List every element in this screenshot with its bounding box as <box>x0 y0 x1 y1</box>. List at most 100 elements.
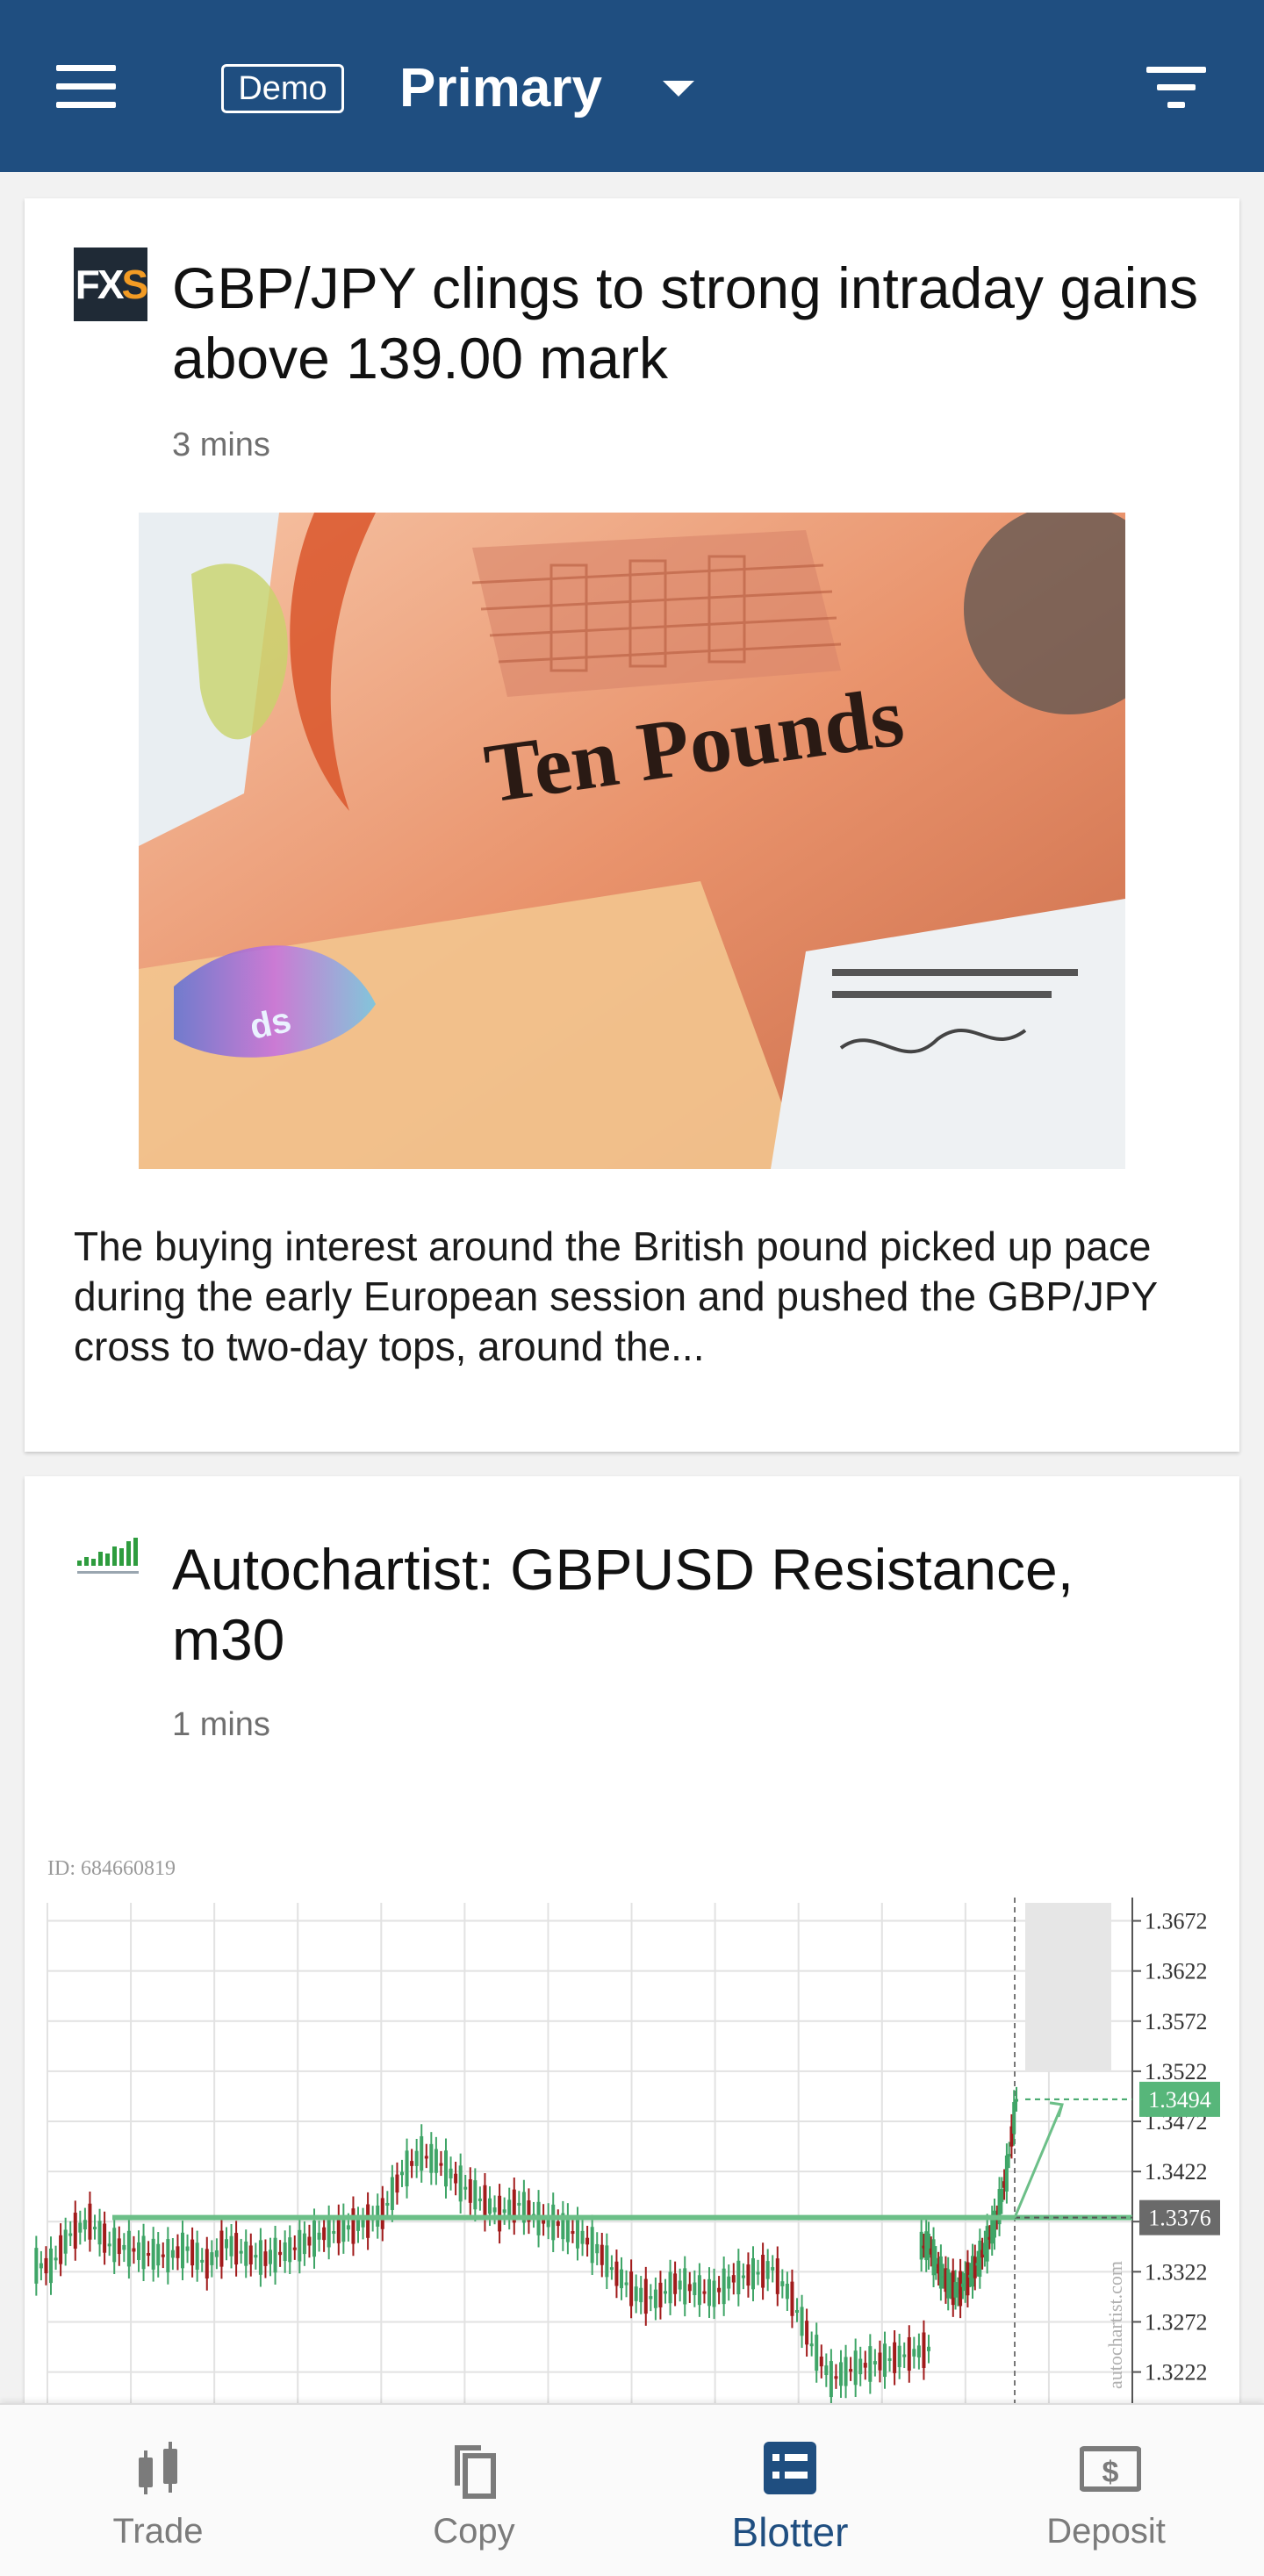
tab-copy[interactable]: Copy <box>316 2405 632 2576</box>
candle-body <box>141 2235 146 2270</box>
tab-trade[interactable]: Trade <box>0 2405 316 2576</box>
candle-body <box>351 2208 356 2244</box>
candle-body <box>643 2278 648 2314</box>
candle-body <box>795 2310 799 2314</box>
candle-body <box>863 2363 867 2368</box>
deposit-icon: $ <box>1079 2440 1142 2501</box>
candle-body <box>819 2357 823 2367</box>
candle-body <box>809 2343 814 2347</box>
target-arrow <box>1013 2101 1064 2219</box>
price-chart[interactable]: ID: 684660819 1.3672 1.3622 1.3572 1.3522 1.… <box>25 1845 1239 2415</box>
y-tick-label: 1.3272 <box>1145 2309 1208 2335</box>
candle-body <box>219 2230 224 2267</box>
target-price-label: 1.3494 <box>1139 2081 1220 2117</box>
candle-body <box>824 2365 829 2376</box>
blotter-icon <box>764 2440 816 2501</box>
candle-body <box>897 2345 901 2368</box>
candle-body <box>629 2271 634 2307</box>
candle-body <box>288 2237 292 2263</box>
candle-body <box>292 2247 297 2250</box>
candle-body <box>195 2242 199 2271</box>
candle-body <box>112 2228 117 2263</box>
candle-body <box>239 2250 243 2254</box>
candle-body <box>873 2361 877 2364</box>
candle-body <box>273 2237 277 2273</box>
candle-body <box>765 2261 770 2279</box>
candle-body <box>78 2222 83 2233</box>
candle-body <box>176 2246 180 2258</box>
y-tick-label: 1.3622 <box>1145 1959 1208 1984</box>
news-headline[interactable]: GBP/JPY clings to strong intraday gains … <box>172 253 1199 393</box>
candle-body <box>336 2216 341 2243</box>
candle-body <box>229 2235 233 2257</box>
account-selector-label[interactable]: Primary <box>399 56 602 121</box>
candle-body <box>785 2283 789 2300</box>
candle-body <box>205 2249 209 2279</box>
candle-body <box>468 2178 472 2203</box>
candle-body <box>712 2280 716 2307</box>
news-card[interactable]: FXS GBP/JPY clings to strong intraday ga… <box>25 198 1239 1452</box>
chart-grid <box>47 1903 1133 2415</box>
candle-body <box>595 2243 600 2254</box>
candle-body <box>973 2257 977 2278</box>
candle-body <box>600 2244 604 2265</box>
candle-body <box>966 2262 970 2296</box>
candle-body <box>756 2271 760 2275</box>
candle-body <box>893 2342 897 2373</box>
tab-deposit[interactable]: $ Deposit <box>948 2405 1264 2576</box>
candle-body <box>780 2281 785 2286</box>
article-image[interactable]: Ten Pounds ds <box>139 513 1125 1169</box>
candle-body <box>166 2239 170 2273</box>
candle-body <box>63 2229 68 2254</box>
candle-body <box>683 2268 687 2305</box>
candle-body <box>214 2250 219 2257</box>
tab-label: Deposit <box>1046 2512 1166 2551</box>
candle-body <box>687 2284 692 2292</box>
tab-blotter[interactable]: Blotter <box>632 2405 948 2576</box>
candle-body <box>210 2252 214 2265</box>
candle-body <box>449 2168 453 2178</box>
candle-body <box>420 2135 424 2171</box>
candle-body <box>815 2335 819 2371</box>
candle-body <box>107 2243 111 2247</box>
candle-body <box>147 2253 151 2257</box>
forecast-zone <box>1025 1903 1111 2071</box>
candle-body <box>741 2275 745 2278</box>
candle-body <box>959 2271 963 2307</box>
candle-body <box>938 2256 943 2289</box>
candle-body <box>488 2198 492 2214</box>
news-headline[interactable]: Autochartist: GBPUSD Resistance, m30 <box>172 1534 1199 1675</box>
news-summary: The buying interest around the British p… <box>74 1223 1158 1369</box>
candle-body <box>434 2149 438 2173</box>
candle-body <box>902 2354 907 2357</box>
filter-icon[interactable] <box>1146 67 1206 109</box>
news-timestamp: 1 mins <box>172 1706 270 1743</box>
candle-body <box>234 2233 239 2265</box>
candle-body <box>283 2242 287 2262</box>
app-header: Demo Primary <box>0 0 1264 172</box>
hamburger-menu-icon[interactable] <box>56 65 116 109</box>
candle-body <box>707 2278 711 2307</box>
candle-body <box>912 2349 916 2357</box>
candle-body <box>498 2195 502 2232</box>
demo-badge: Demo <box>221 64 344 113</box>
candle-body <box>639 2287 643 2303</box>
svg-text:1.3376: 1.3376 <box>1148 2206 1211 2231</box>
candle-body <box>39 2263 43 2269</box>
candle-body <box>414 2150 419 2166</box>
candle-body <box>556 2221 560 2227</box>
candlestick-icon <box>132 2440 184 2501</box>
candle-body <box>507 2199 512 2218</box>
candle-body <box>751 2257 755 2290</box>
candle-body <box>103 2223 107 2253</box>
candle-body <box>1012 2102 1016 2135</box>
candle-body <box>916 2345 921 2357</box>
candle-body <box>332 2231 336 2235</box>
candle-body <box>887 2357 892 2361</box>
candle-body <box>122 2244 126 2250</box>
candle-body <box>653 2289 657 2308</box>
chevron-down-icon[interactable] <box>663 81 694 97</box>
resistance-price-label: 1.3376 <box>1139 2199 1220 2235</box>
candle-body <box>571 2231 575 2235</box>
candle-body <box>927 2346 930 2351</box>
